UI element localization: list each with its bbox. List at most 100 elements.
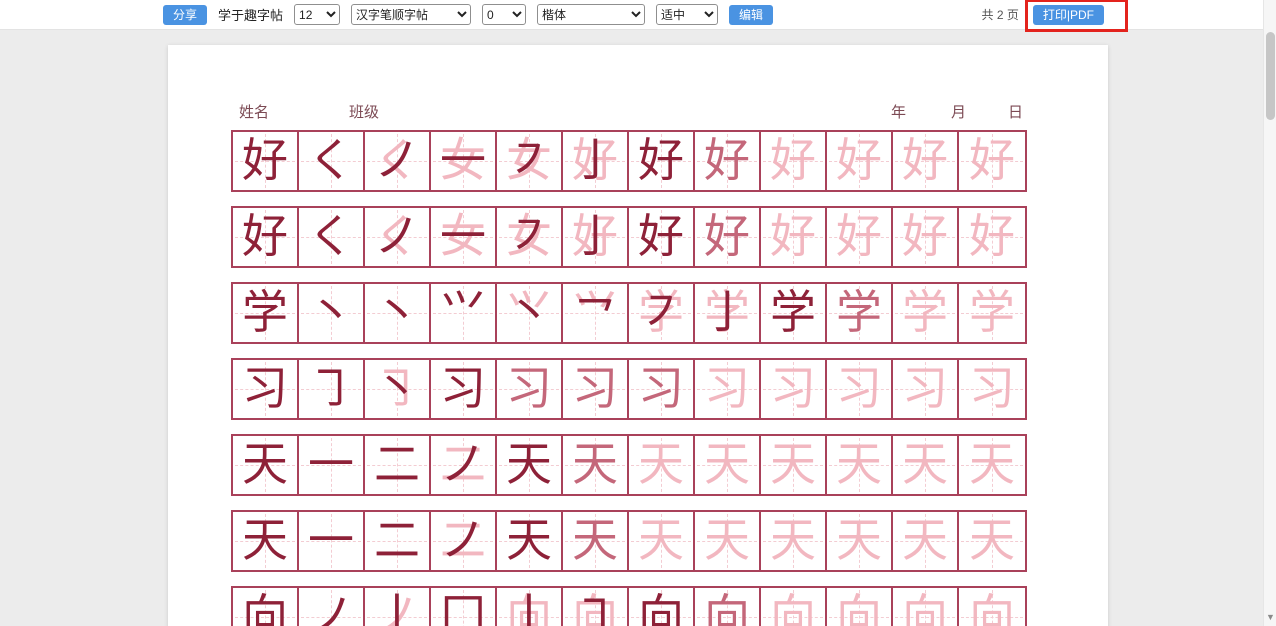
grid-cell: 习	[629, 360, 695, 418]
grid-cell: 向	[233, 588, 299, 626]
grid-cell: く	[299, 208, 365, 266]
grid-cell: 好亅	[563, 132, 629, 190]
grid-cell: ㇆	[299, 360, 365, 418]
font-select[interactable]: 楷体	[537, 4, 645, 25]
cell-character: 向	[233, 588, 297, 626]
print-pdf-button[interactable]: 打印|PDF	[1033, 5, 1104, 25]
toolbar: 分享 学于趣字帖 12 汉字笔顺字帖 0 楷体 适中 编辑 共 2 页 打印|P…	[0, 0, 1276, 30]
grid-cell: 好	[629, 132, 695, 190]
grid-cell: 向	[959, 588, 1025, 626]
grid-cell: 好	[629, 208, 695, 266]
class-label: 班级	[349, 101, 379, 122]
edit-button[interactable]: 编辑	[729, 5, 773, 25]
density-select[interactable]: 适中	[656, 4, 718, 25]
cell-character: 天	[629, 512, 693, 570]
cell-character: 好	[893, 132, 957, 190]
grid-cell: 学	[233, 284, 299, 342]
grid-cell: 天	[497, 512, 563, 570]
cell-stroke: く	[299, 132, 363, 190]
cell-character: 向	[827, 588, 891, 626]
grid-cell: 习	[827, 360, 893, 418]
cell-stroke: 二	[365, 436, 429, 494]
grid-cell: 天	[629, 436, 695, 494]
cell-character: 好	[761, 208, 825, 266]
grid-cell: 习	[563, 360, 629, 418]
cell-stroke: 亅	[695, 284, 759, 342]
month-label: 月	[951, 101, 966, 122]
grid-cell: 天	[629, 512, 695, 570]
cell-character: 好	[959, 208, 1025, 266]
practice-row: 天一二二ノ天天天天天天天天	[231, 434, 1027, 496]
grid-cell: 好	[761, 132, 827, 190]
grid-cell: 学	[761, 284, 827, 342]
grid-cell: ノ丨	[365, 588, 431, 626]
scroll-down-icon[interactable]: ▼	[1264, 610, 1276, 624]
cell-stroke: ノ	[299, 588, 363, 626]
cell-stroke: 亅	[563, 208, 627, 266]
cell-character: 天	[893, 436, 957, 494]
cell-stroke: 二	[365, 512, 429, 570]
offset-select[interactable]: 0	[482, 4, 526, 25]
cell-character: 好	[629, 208, 693, 266]
template-select[interactable]: 汉字笔顺字帖	[351, 4, 471, 25]
cell-character: 天	[233, 436, 297, 494]
grid-cell: 天	[233, 512, 299, 570]
cell-character: 好	[695, 132, 759, 190]
cell-character: 好	[761, 132, 825, 190]
grid-cell: 学㇇	[629, 284, 695, 342]
grid-cell: 习	[695, 360, 761, 418]
grid-cell: 二ノ	[431, 436, 497, 494]
cell-character: 习	[959, 360, 1025, 418]
grid-cell: 习	[431, 360, 497, 418]
cell-stroke: ノ	[365, 132, 429, 190]
grid-cell: 好	[959, 208, 1025, 266]
grid-cell: 一	[299, 436, 365, 494]
grid-cell: 女一	[431, 132, 497, 190]
grid-cell: 女㇇	[497, 132, 563, 190]
cell-character: 习	[761, 360, 825, 418]
sheet-header: 姓名 班级 年 月 日	[231, 101, 1023, 122]
cell-stroke: 一	[299, 512, 363, 570]
grid-cell: 天	[563, 436, 629, 494]
scrollbar[interactable]: ▼	[1263, 0, 1276, 626]
name-label: 姓名	[239, 101, 269, 122]
grid-cell: 二ノ	[431, 512, 497, 570]
grid-cell: くノ	[365, 208, 431, 266]
grid-cell: 好	[893, 208, 959, 266]
toolbar-left-group: 分享 学于趣字帖 12 汉字笔顺字帖 0 楷体 适中 编辑	[163, 4, 773, 25]
cell-character: 习	[431, 360, 495, 418]
share-button[interactable]: 分享	[163, 5, 207, 25]
cell-character: 好	[827, 132, 891, 190]
cell-stroke: く	[299, 208, 363, 266]
cell-character: 天	[695, 512, 759, 570]
grid-cell: 二	[365, 512, 431, 570]
grid-cell: 向㇕	[563, 588, 629, 626]
cell-stroke: 亅	[563, 132, 627, 190]
cell-character: 学	[893, 284, 957, 342]
grid-cell: 一	[299, 512, 365, 570]
grid-cell: 向	[893, 588, 959, 626]
cell-character: 好	[695, 208, 759, 266]
cell-stroke: 一	[431, 208, 495, 266]
cell-character: 学	[827, 284, 891, 342]
cell-character: 好	[233, 208, 297, 266]
grid-cell: 天	[233, 436, 299, 494]
practice-row: 天一二二ノ天天天天天天天天	[231, 510, 1027, 572]
cell-character: 习	[695, 360, 759, 418]
day-label: 日	[1008, 101, 1023, 122]
cell-character: 习	[893, 360, 957, 418]
cell-stroke: ノ	[365, 208, 429, 266]
cell-stroke: ㇕	[563, 588, 627, 626]
cell-stroke: 冂	[431, 588, 495, 626]
cell-character: 天	[761, 436, 825, 494]
cell-character: 习	[497, 360, 561, 418]
grid-cell: 好	[233, 208, 299, 266]
font-size-select[interactable]: 12	[294, 4, 340, 25]
grid-cell: 习	[233, 360, 299, 418]
cell-character: 天	[563, 436, 627, 494]
cell-character: 天	[695, 436, 759, 494]
cell-character: 天	[497, 436, 561, 494]
grid-cell: 习	[497, 360, 563, 418]
grid-cell: 习	[959, 360, 1025, 418]
scrollbar-thumb[interactable]	[1266, 32, 1275, 120]
